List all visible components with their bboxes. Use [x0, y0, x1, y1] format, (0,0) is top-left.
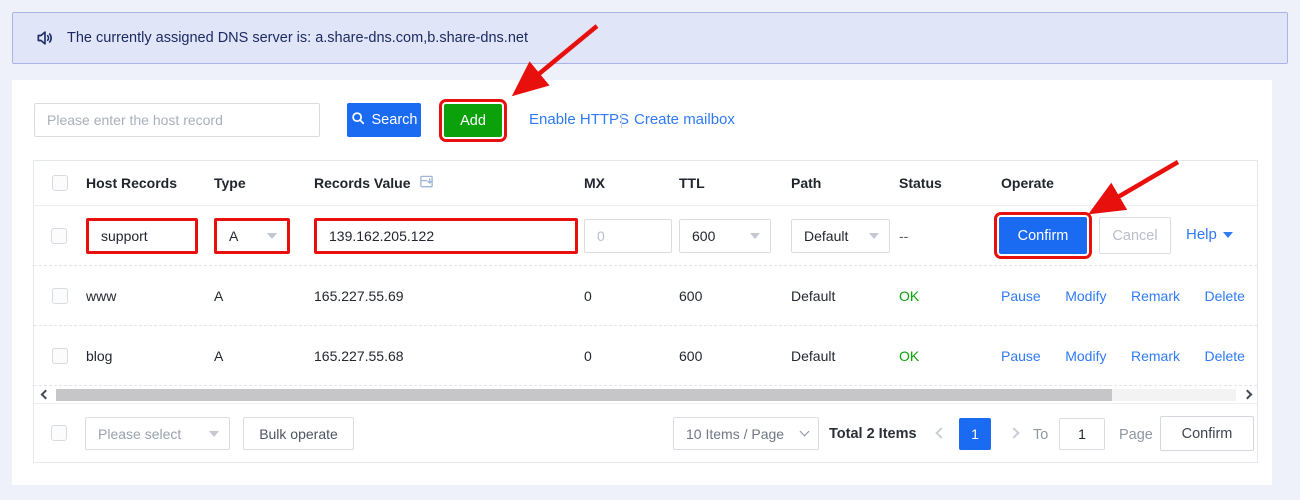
- pause-link[interactable]: Pause: [1001, 288, 1041, 304]
- search-icon: [351, 111, 365, 129]
- table-row: www A 165.227.55.69 0 600 Default OK Pau…: [34, 266, 1257, 326]
- remark-link[interactable]: Remark: [1131, 348, 1180, 364]
- row-ttl: 600: [679, 288, 791, 304]
- row-value: 165.227.55.68: [314, 348, 584, 364]
- create-mailbox-link[interactable]: Create mailbox: [634, 111, 735, 128]
- toolbar-link-divider: [621, 113, 622, 128]
- help-dropdown[interactable]: Help: [1186, 226, 1233, 243]
- dns-records-page: The currently assigned DNS server is: a.…: [0, 0, 1300, 500]
- chevron-down-icon: [1223, 232, 1233, 238]
- current-page-button[interactable]: 1: [959, 418, 991, 450]
- goto-page-label: Page: [1119, 427, 1153, 443]
- goto-to-label: To: [1033, 427, 1048, 443]
- row-checkbox[interactable]: [52, 288, 68, 304]
- goto-page-input[interactable]: [1059, 418, 1105, 450]
- cancel-record-button[interactable]: Cancel: [1099, 217, 1171, 254]
- mx-input[interactable]: [584, 219, 672, 253]
- pause-link[interactable]: Pause: [1001, 348, 1041, 364]
- record-type-value: A: [229, 228, 238, 244]
- host-record-input[interactable]: [86, 218, 198, 254]
- row-ttl: 600: [679, 348, 791, 364]
- dns-server-banner: The currently assigned DNS server is: a.…: [12, 12, 1288, 64]
- column-header-path: Path: [791, 175, 899, 191]
- total-items-label: Total 2 Items: [829, 426, 917, 442]
- delete-link[interactable]: Delete: [1205, 348, 1245, 364]
- row-type: A: [214, 348, 314, 364]
- row-status: OK: [899, 348, 1001, 364]
- column-header-ttl: TTL: [679, 175, 791, 191]
- chevron-down-icon: [267, 233, 277, 239]
- scroll-right-arrow-icon[interactable]: [1243, 390, 1253, 400]
- next-page-icon[interactable]: [1008, 427, 1019, 438]
- column-header-value: Records Value: [314, 175, 411, 191]
- chevron-down-icon: [800, 427, 810, 437]
- add-button[interactable]: Add: [444, 104, 502, 137]
- bulk-action-select[interactable]: Please select: [85, 417, 230, 450]
- host-record-search-input[interactable]: [34, 103, 320, 137]
- column-header-mx: MX: [584, 175, 679, 191]
- table-row: blog A 165.227.55.68 0 600 Default OK Pa…: [34, 326, 1257, 386]
- scrollbar-thumb[interactable]: [56, 389, 1112, 401]
- horizontal-scrollbar: [34, 386, 1257, 404]
- edit-record-row: A 600 Default -- Confirm Cancel Help: [34, 206, 1257, 266]
- row-mx: 0: [584, 288, 679, 304]
- path-select[interactable]: Default: [791, 219, 890, 253]
- bulk-select-placeholder: Please select: [98, 426, 181, 442]
- content-card: Search Add Enable HTTPS Create mailbox H…: [12, 80, 1272, 485]
- row-checkbox[interactable]: [51, 228, 67, 244]
- banner-text: The currently assigned DNS server is: a.…: [67, 30, 528, 46]
- scroll-left-arrow-icon[interactable]: [41, 390, 51, 400]
- chevron-down-icon: [209, 431, 219, 437]
- remark-link[interactable]: Remark: [1131, 288, 1180, 304]
- row-host: www: [86, 288, 214, 304]
- row-path: Default: [791, 288, 899, 304]
- bulk-operate-button[interactable]: Bulk operate: [243, 417, 354, 450]
- ttl-value: 600: [692, 228, 715, 244]
- path-value: Default: [804, 228, 848, 244]
- search-button[interactable]: Search: [347, 103, 421, 137]
- previous-page-icon[interactable]: [935, 427, 946, 438]
- help-label: Help: [1186, 226, 1217, 243]
- row-value: 165.227.55.69: [314, 288, 584, 304]
- record-type-select[interactable]: A: [214, 218, 290, 254]
- chevron-down-icon: [750, 233, 760, 239]
- confirm-record-button[interactable]: Confirm: [999, 217, 1087, 254]
- row-type: A: [214, 288, 314, 304]
- announcement-speaker-icon: [35, 28, 55, 48]
- edit-row-status: --: [899, 228, 908, 244]
- column-header-status: Status: [899, 175, 1001, 191]
- modify-link[interactable]: Modify: [1065, 348, 1106, 364]
- page-size-value: 10 Items / Page: [686, 426, 784, 442]
- row-host: blog: [86, 348, 214, 364]
- search-button-label: Search: [372, 112, 418, 128]
- page-size-select[interactable]: 10 Items / Page: [673, 417, 819, 450]
- table-header-row: Host Records Type Records Value MX TTL P…: [34, 161, 1257, 206]
- row-checkbox[interactable]: [52, 348, 68, 364]
- column-header-operate: Operate: [1001, 175, 1257, 191]
- modify-link[interactable]: Modify: [1065, 288, 1106, 304]
- delete-link[interactable]: Delete: [1205, 288, 1245, 304]
- ttl-select[interactable]: 600: [679, 219, 771, 253]
- row-path: Default: [791, 348, 899, 364]
- column-header-host: Host Records: [86, 175, 214, 191]
- batch-edit-value-icon[interactable]: [419, 174, 434, 192]
- row-mx: 0: [584, 348, 679, 364]
- row-status: OK: [899, 288, 1001, 304]
- footer-select-all-checkbox[interactable]: [51, 425, 67, 441]
- dns-records-table: Host Records Type Records Value MX TTL P…: [33, 160, 1258, 463]
- record-value-input[interactable]: [314, 218, 578, 254]
- scrollbar-track[interactable]: [56, 389, 1236, 401]
- chevron-down-icon: [869, 233, 879, 239]
- column-header-type: Type: [214, 175, 314, 191]
- pagination-confirm-button[interactable]: Confirm: [1160, 416, 1254, 451]
- select-all-checkbox[interactable]: [52, 175, 68, 191]
- enable-https-link[interactable]: Enable HTTPS: [529, 111, 629, 128]
- table-footer: Please select Bulk operate 10 Items / Pa…: [34, 404, 1257, 462]
